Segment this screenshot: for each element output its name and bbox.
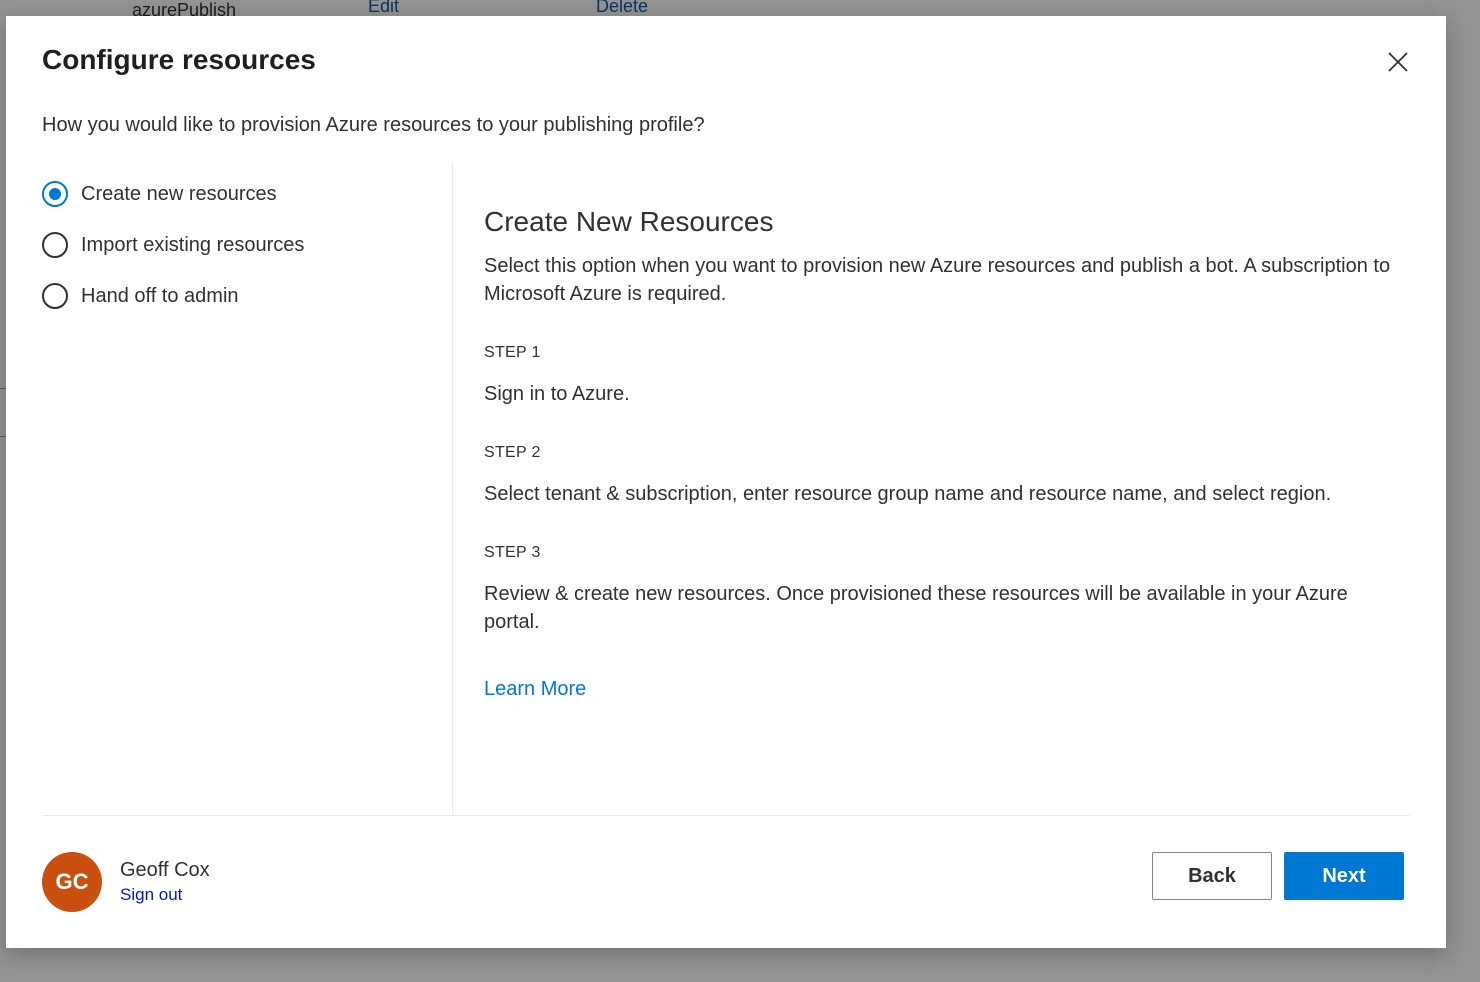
option-hand-off-to-admin[interactable]: Hand off to admin <box>42 280 452 312</box>
dialog-title: Configure resources <box>42 44 316 75</box>
radio-unchecked-icon[interactable] <box>42 232 68 258</box>
details-heading: Create New Resources <box>484 206 774 237</box>
user-name: Geoff Cox <box>120 859 210 881</box>
back-button[interactable]: Back <box>1152 852 1272 900</box>
footer-divider <box>42 815 1410 816</box>
option-label: Import existing resources <box>81 233 305 256</box>
details-description: Select this option when you want to prov… <box>484 255 1391 305</box>
step-text: Review & create new resources. Once prov… <box>484 583 1348 633</box>
next-button[interactable]: Next <box>1284 852 1404 900</box>
close-icon <box>1388 52 1408 72</box>
step-label: STEP 1 <box>484 344 541 361</box>
option-label: Hand off to admin <box>81 284 239 307</box>
avatar: GC <box>42 852 102 912</box>
radio-checked-icon[interactable] <box>42 181 68 207</box>
sign-out-link[interactable]: Sign out <box>120 883 210 907</box>
option-import-existing-resources[interactable]: Import existing resources <box>42 229 452 261</box>
learn-more-link[interactable]: Learn More <box>484 678 586 701</box>
radio-unchecked-icon[interactable] <box>42 283 68 309</box>
provision-options: Create new resources Import existing res… <box>42 178 452 331</box>
step-text: Sign in to Azure. <box>484 383 630 405</box>
step-text: Select tenant & subscription, enter reso… <box>484 483 1332 505</box>
step-label: STEP 3 <box>484 544 541 561</box>
close-button[interactable] <box>1382 46 1414 78</box>
vertical-divider <box>452 162 453 815</box>
option-label: Create new resources <box>81 182 277 205</box>
user-info: GC Geoff Cox Sign out <box>42 852 210 912</box>
dialog-subtitle: How you would like to provision Azure re… <box>42 114 705 136</box>
step-label: STEP 2 <box>484 444 541 461</box>
option-details: Create New Resources Select this option … <box>484 206 1394 701</box>
option-create-new-resources[interactable]: Create new resources <box>42 178 452 210</box>
configure-resources-dialog: Configure resources How you would like t… <box>6 16 1446 948</box>
